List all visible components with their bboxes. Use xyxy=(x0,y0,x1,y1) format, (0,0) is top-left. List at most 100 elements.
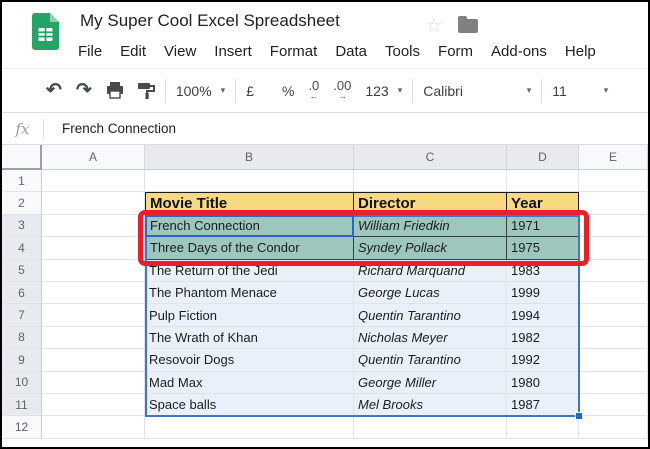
menu-insert[interactable]: Insert xyxy=(214,43,252,65)
cell-A1[interactable] xyxy=(42,170,145,192)
column-header-E[interactable]: E xyxy=(579,145,648,170)
cell-E5[interactable] xyxy=(579,260,648,282)
row-header-9[interactable]: 9 xyxy=(2,349,42,371)
cell-E10[interactable] xyxy=(579,372,648,394)
zoom-control[interactable]: 100% ▾ xyxy=(176,83,225,99)
cell-A11[interactable] xyxy=(42,394,145,416)
more-formats-button[interactable]: 123 ▾ xyxy=(365,83,402,99)
cell-E8[interactable] xyxy=(579,327,648,349)
menu-tools[interactable]: Tools xyxy=(385,43,420,65)
menu-data[interactable]: Data xyxy=(335,43,367,65)
cell-B3[interactable]: French Connection xyxy=(145,215,354,237)
print-button[interactable] xyxy=(106,77,124,105)
cell-A9[interactable] xyxy=(42,349,145,371)
increase-decimal-button[interactable]: .00 → xyxy=(333,81,351,101)
cell-C5[interactable]: Richard Marquand xyxy=(354,260,507,282)
column-header-B[interactable]: B xyxy=(145,145,354,170)
cell-E9[interactable] xyxy=(579,349,648,371)
cell-E1[interactable] xyxy=(579,170,648,192)
percent-button[interactable]: % xyxy=(282,83,294,99)
row-header-12[interactable]: 12 xyxy=(2,416,42,438)
cell-D3[interactable]: 1971 xyxy=(507,215,579,237)
row-header-8[interactable]: 8 xyxy=(2,327,42,349)
menu-form[interactable]: Form xyxy=(438,43,473,65)
undo-button[interactable]: ↶ xyxy=(46,77,62,105)
column-header-A[interactable]: A xyxy=(42,145,145,170)
column-header-C[interactable]: C xyxy=(354,145,507,170)
cell-C2[interactable]: Director xyxy=(354,192,507,214)
cell-B10[interactable]: Mad Max xyxy=(145,372,354,394)
redo-button[interactable]: ↷ xyxy=(76,77,92,105)
cell-A3[interactable] xyxy=(42,215,145,237)
cell-A2[interactable] xyxy=(42,192,145,214)
cell-C3[interactable]: William Friedkin xyxy=(354,215,507,237)
row-header-7[interactable]: 7 xyxy=(2,304,42,326)
cell-B2[interactable]: Movie Title xyxy=(145,192,354,214)
cell-A6[interactable] xyxy=(42,282,145,304)
cell-B9[interactable]: Resovoir Dogs xyxy=(145,349,354,371)
cell-D11[interactable]: 1987 xyxy=(507,394,579,416)
cell-E4[interactable] xyxy=(579,237,648,259)
select-all-corner[interactable] xyxy=(2,145,42,170)
cell-B8[interactable]: The Wrath of Khan xyxy=(145,327,354,349)
cell-C12[interactable] xyxy=(354,416,507,438)
decrease-decimal-button[interactable]: .0 ← xyxy=(308,81,319,101)
cell-D4[interactable]: 1975 xyxy=(507,237,579,259)
menu-file[interactable]: File xyxy=(78,43,102,65)
row-header-5[interactable]: 5 xyxy=(2,260,42,282)
cell-A7[interactable] xyxy=(42,304,145,326)
cell-B1[interactable] xyxy=(145,170,354,192)
menu-edit[interactable]: Edit xyxy=(120,43,146,65)
cell-B11[interactable]: Space balls xyxy=(145,394,354,416)
star-icon[interactable]: ☆ xyxy=(425,13,443,38)
currency-button[interactable]: £ xyxy=(246,83,254,99)
cell-C6[interactable]: George Lucas xyxy=(354,282,507,304)
cell-C9[interactable]: Quentin Tarantino xyxy=(354,349,507,371)
fill-handle[interactable] xyxy=(575,412,583,420)
folder-icon[interactable] xyxy=(458,19,478,33)
cell-C4[interactable]: Syndey Pollack xyxy=(354,237,507,259)
formula-input[interactable]: French Connection xyxy=(44,121,648,136)
cell-E12[interactable] xyxy=(579,416,648,438)
menu-help[interactable]: Help xyxy=(565,43,596,65)
column-header-D[interactable]: D xyxy=(507,145,579,170)
menu-addons[interactable]: Add-ons xyxy=(491,43,547,65)
cell-B12[interactable] xyxy=(145,416,354,438)
font-family-select[interactable]: Calibri ▾ xyxy=(423,83,531,99)
cell-C8[interactable]: Nicholas Meyer xyxy=(354,327,507,349)
cell-C10[interactable]: George Miller xyxy=(354,372,507,394)
cell-D9[interactable]: 1992 xyxy=(507,349,579,371)
cell-C7[interactable]: Quentin Tarantino xyxy=(354,304,507,326)
row-header-1[interactable]: 1 xyxy=(2,170,42,192)
font-size-select[interactable]: 11 ▾ xyxy=(552,83,608,99)
cell-D12[interactable] xyxy=(507,416,579,438)
cell-D6[interactable]: 1999 xyxy=(507,282,579,304)
row-header-4[interactable]: 4 xyxy=(2,237,42,259)
cell-A8[interactable] xyxy=(42,327,145,349)
cell-D2[interactable]: Year xyxy=(507,192,579,214)
menu-view[interactable]: View xyxy=(164,43,196,65)
cell-D10[interactable]: 1980 xyxy=(507,372,579,394)
row-header-6[interactable]: 6 xyxy=(2,282,42,304)
paint-format-button[interactable] xyxy=(138,77,155,105)
cell-C11[interactable]: Mel Brooks xyxy=(354,394,507,416)
row-header-2[interactable]: 2 xyxy=(2,192,42,214)
cell-D5[interactable]: 1983 xyxy=(507,260,579,282)
row-header-3[interactable]: 3 xyxy=(2,215,42,237)
cell-E2[interactable] xyxy=(579,192,648,214)
cell-E3[interactable] xyxy=(579,215,648,237)
row-header-10[interactable]: 10 xyxy=(2,372,42,394)
row-header-11[interactable]: 11 xyxy=(2,394,42,416)
cell-D7[interactable]: 1994 xyxy=(507,304,579,326)
cell-D8[interactable]: 1982 xyxy=(507,327,579,349)
document-title[interactable]: My Super Cool Excel Spreadsheet xyxy=(80,11,340,31)
cell-B4[interactable]: Three Days of the Condor xyxy=(145,237,354,259)
cell-B7[interactable]: Pulp Fiction xyxy=(145,304,354,326)
cell-A4[interactable] xyxy=(42,237,145,259)
cell-A10[interactable] xyxy=(42,372,145,394)
cell-A12[interactable] xyxy=(42,416,145,438)
menu-format[interactable]: Format xyxy=(270,43,318,65)
cell-E7[interactable] xyxy=(579,304,648,326)
cell-E11[interactable] xyxy=(579,394,648,416)
cell-B5[interactable]: The Return of the Jedi xyxy=(145,260,354,282)
